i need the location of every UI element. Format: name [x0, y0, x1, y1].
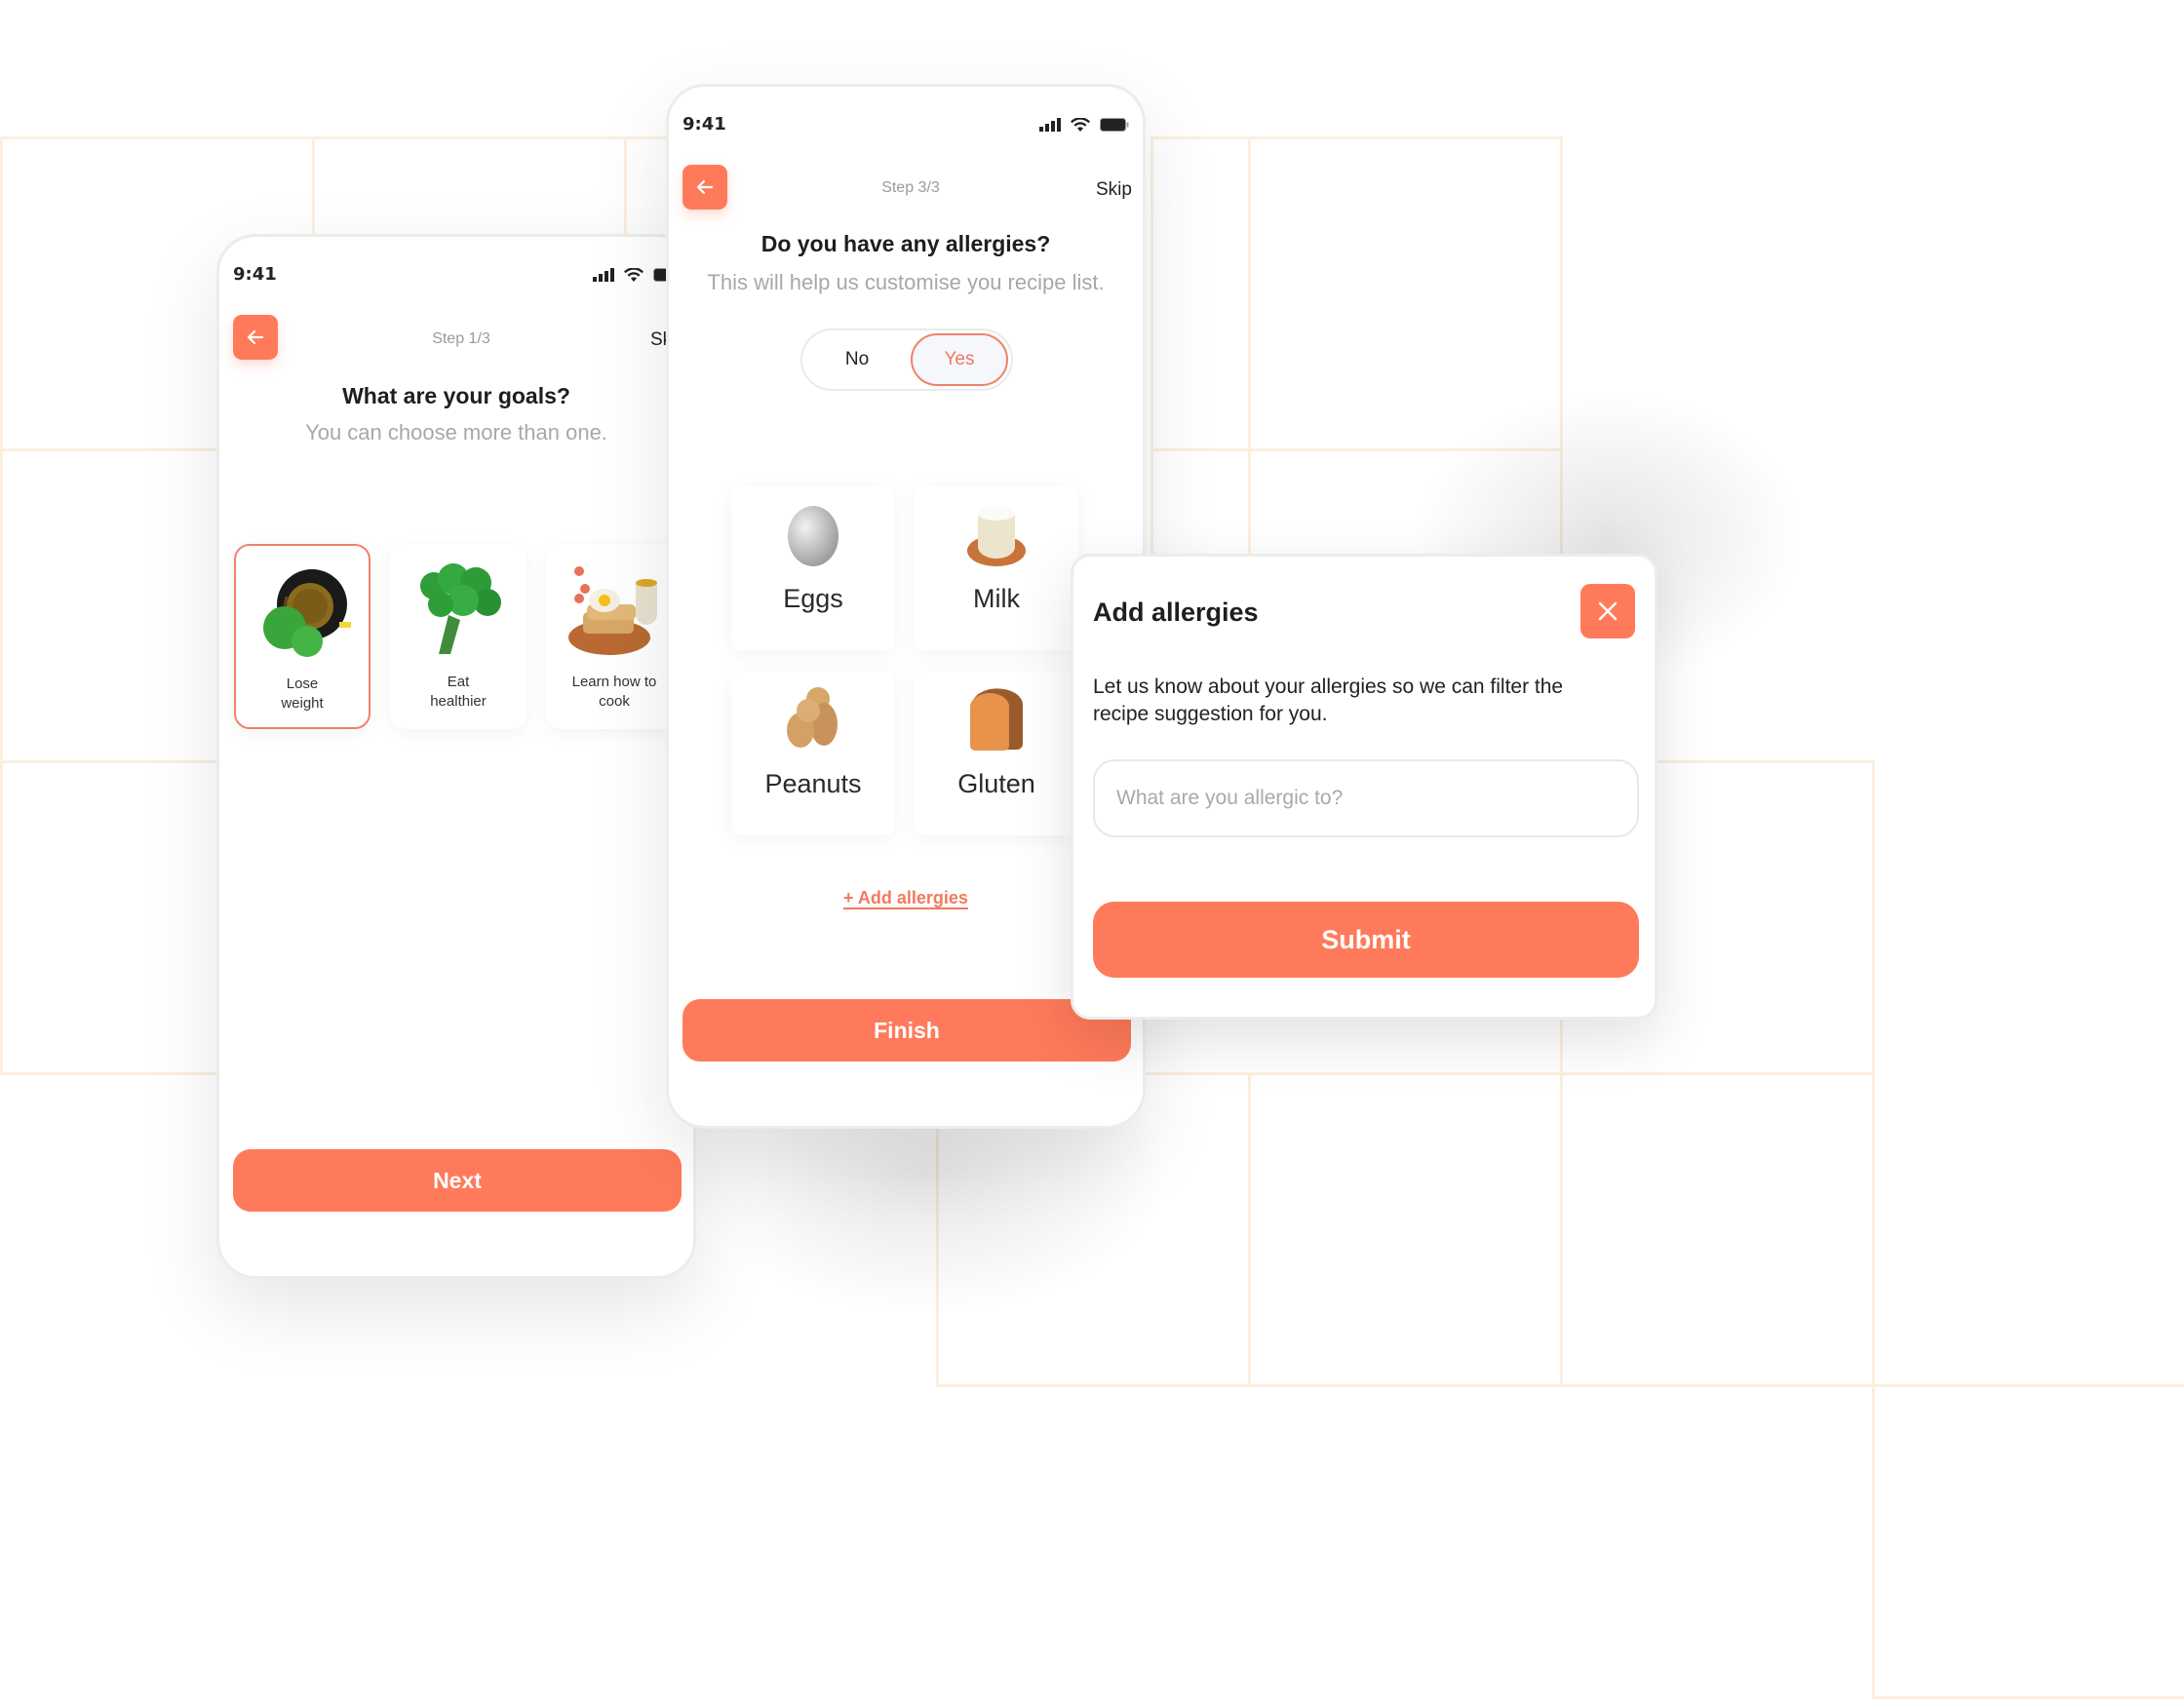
toggle-option-no[interactable]: No [808, 333, 906, 386]
broccoli-icon [420, 563, 501, 654]
step-indicator: Step 3/3 [881, 179, 940, 196]
wifi-icon [1071, 118, 1090, 132]
next-button[interactable]: Next [233, 1149, 682, 1212]
toggle-option-yes[interactable]: Yes [911, 333, 1008, 386]
close-icon [1598, 601, 1618, 621]
allergy-label: Milk [973, 584, 1020, 613]
skip-link[interactable]: Skip [1096, 179, 1132, 201]
close-button[interactable] [1580, 584, 1635, 638]
bread-icon [970, 688, 1023, 751]
step-indicator: Step 1/3 [432, 330, 490, 347]
submit-button[interactable]: Submit [1093, 902, 1639, 978]
question-title: What are your goals? [342, 383, 570, 408]
status-time: 9:41 [682, 114, 726, 135]
allergy-card-peanuts[interactable]: Peanuts [731, 672, 895, 835]
finish-button[interactable]: Finish [682, 999, 1131, 1062]
goal-card-learn-to-cook[interactable]: Learn how to cook [546, 544, 682, 729]
egg-icon [788, 506, 838, 566]
question-subtitle: You can choose more than one. [305, 420, 607, 444]
add-allergies-modal: Add allergies Let us know about your all… [1071, 554, 1658, 1020]
breakfast-plate-icon [568, 566, 657, 655]
battery-icon [1100, 118, 1129, 132]
signal-icon [1039, 118, 1061, 132]
allergy-label: Peanuts [764, 769, 862, 798]
allergy-card-gluten[interactable]: Gluten [915, 672, 1078, 835]
grid-cell [1872, 1384, 2184, 1699]
peanut-icon [787, 687, 838, 748]
allergy-card-eggs[interactable]: Eggs [731, 486, 895, 650]
grid-cell [1248, 136, 1563, 451]
phone-screen-goals: 9:41 Step 1/3 Skip What are your goals? … [216, 234, 696, 1279]
goal-label: Lose weight [281, 676, 324, 712]
allergy-label: Gluten [957, 769, 1035, 798]
goal-card-eat-healthier[interactable]: Eat healthier [390, 544, 526, 729]
goal-card-lose-weight[interactable]: Lose weight [234, 544, 370, 729]
allergy-label: Eggs [783, 584, 843, 613]
status-time: 9:41 [233, 264, 277, 285]
allergy-yes-no-toggle: No Yes [800, 328, 1013, 391]
modal-description: Let us know about your allergies so we c… [1093, 676, 1564, 725]
signal-icon [593, 268, 614, 282]
apple-tape-measure-icon [263, 569, 351, 657]
grid-cell [1560, 1072, 1875, 1387]
milk-cup-icon [967, 507, 1026, 566]
grid-cell [1248, 1072, 1563, 1387]
wifi-icon [624, 268, 644, 282]
allergy-input[interactable] [1093, 759, 1639, 837]
question-title: Do you have any allergies? [760, 231, 1051, 256]
goal-label: Learn how to cook [571, 674, 657, 710]
grid-cell [1150, 136, 1251, 451]
status-icons [1039, 118, 1129, 132]
allergy-card-milk[interactable]: Milk [915, 486, 1078, 650]
modal-title: Add allergies [1093, 598, 1259, 627]
question-subtitle: This will help us customise you recipe l… [707, 270, 1105, 294]
goal-label: Eat healthier [430, 674, 487, 710]
